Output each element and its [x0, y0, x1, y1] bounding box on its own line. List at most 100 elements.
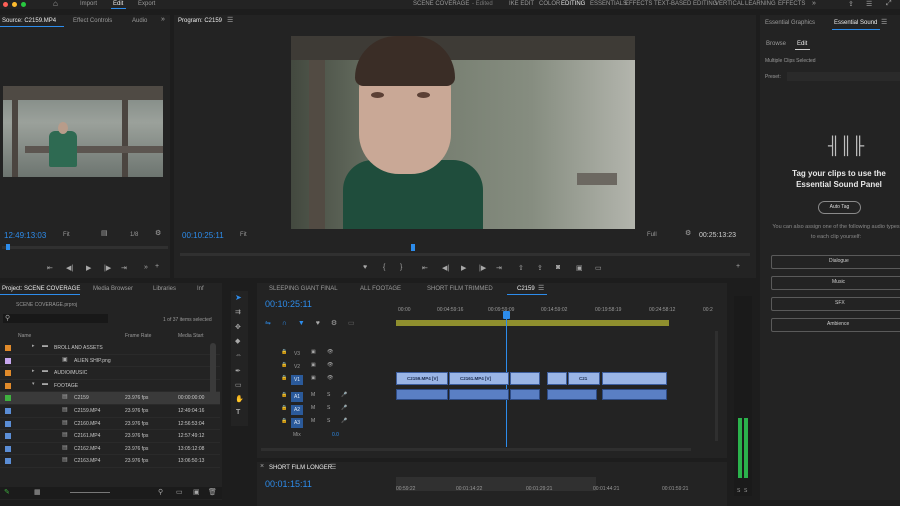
col-media-start[interactable]: Media Start	[178, 333, 204, 339]
program-play-icon[interactable]: ▶	[461, 264, 466, 272]
lift-icon[interactable]: ⇧	[518, 264, 524, 272]
video-clip[interactable]	[510, 372, 540, 385]
label-color-swatch[interactable]	[5, 395, 11, 402]
tab-audio[interactable]: Audio	[132, 18, 147, 24]
new-item-icon[interactable]: ▣	[193, 488, 200, 496]
go-to-out-icon[interactable]: ⇥	[496, 264, 502, 272]
sfx-button[interactable]: SFX	[771, 297, 900, 311]
solo-icon[interactable]: S	[327, 405, 330, 411]
icon-view-icon[interactable]: ▦	[34, 488, 41, 496]
pencil-icon[interactable]: ✎	[4, 488, 10, 496]
mark-in-bracket-icon[interactable]: {	[383, 264, 385, 271]
lock-track-icon[interactable]: 🔒	[281, 349, 287, 355]
tab-essential-sound[interactable]: Essential Sound	[834, 20, 877, 26]
label-color-swatch[interactable]	[5, 370, 11, 377]
source-timecode[interactable]: 12:49:13:03	[4, 231, 46, 240]
track-target-v3[interactable]: V3	[291, 349, 303, 359]
tab-media-browser[interactable]: Media Browser	[93, 286, 133, 292]
music-button[interactable]: Music	[771, 276, 900, 290]
col-frame-rate[interactable]: Frame Rate	[125, 333, 151, 339]
safe-margins-icon[interactable]: ▭	[595, 264, 602, 272]
workspace-ike-edit[interactable]: IKE EDIT	[509, 1, 534, 7]
home-icon[interactable]: ⌂	[53, 0, 58, 8]
project-search-input[interactable]	[3, 314, 108, 323]
timeline2-menu-icon[interactable]: ☰	[330, 463, 336, 471]
rectangle-tool-icon[interactable]: ▭	[235, 381, 242, 389]
zoom-slider[interactable]	[70, 492, 110, 493]
workspace-text-based-editing[interactable]: TEXT-BASED EDITING	[654, 1, 717, 7]
tab-browse[interactable]: Browse	[766, 41, 786, 47]
solo-icon[interactable]: S	[327, 392, 330, 398]
essential-menu-icon[interactable]: ☰	[881, 18, 887, 26]
linked-selection-icon[interactable]: ∩	[282, 320, 287, 327]
project-item-row[interactable]: ▬ ▸ AUDIO/MUSIC	[0, 367, 220, 380]
program-menu-icon[interactable]: ☰	[227, 16, 233, 24]
go-to-in-icon[interactable]: ⇤	[422, 264, 428, 272]
type-tool-icon[interactable]: T	[236, 409, 240, 416]
lock-track-icon[interactable]: 🔒	[281, 405, 287, 411]
project-item-row[interactable]: ▤ C2162.MP4 23.976 fps 13:05:12:08	[0, 443, 220, 456]
lock-track-icon[interactable]: 🔒	[281, 418, 287, 424]
razor-tool-icon[interactable]: ◆	[235, 337, 240, 345]
sequence-menu-icon[interactable]: ☰	[538, 284, 544, 292]
audio-clip[interactable]	[602, 389, 667, 400]
eye-icon[interactable]: 👁	[327, 349, 333, 355]
workspace-vertical[interactable]: VERTICAL	[715, 1, 744, 7]
slip-tool-icon[interactable]: ⇔	[235, 352, 242, 359]
project-item-row[interactable]: ▤ C2159 23.976 fps 00:00:00:00	[0, 392, 220, 405]
source-playhead[interactable]	[6, 244, 10, 250]
marker-icon[interactable]: ♥	[363, 264, 367, 271]
project-item-row[interactable]: ▤ C2161.MP4 23.976 fps 12:57:49:12	[0, 430, 220, 443]
program-add-icon[interactable]: +	[736, 263, 740, 270]
trash-icon[interactable]: 🗑	[208, 488, 217, 496]
lock-track-icon[interactable]: 🔒	[281, 392, 287, 398]
label-color-swatch[interactable]	[5, 458, 11, 465]
add-marker-icon[interactable]: ▼	[298, 320, 305, 327]
settings-icon[interactable]: ▤	[101, 229, 108, 237]
workspace-effects-2[interactable]: EFFECTS	[778, 1, 805, 7]
nav-export[interactable]: Export	[138, 1, 155, 7]
project-item-row[interactable]: ▤ C2163.MP4 23.976 fps 13:06:50:13	[0, 455, 220, 468]
wrench-icon[interactable]: ⚙	[155, 229, 161, 237]
meter-solo-right[interactable]: S	[744, 488, 747, 494]
step-back-icon[interactable]: ◀|	[66, 264, 73, 272]
tab-libraries[interactable]: Libraries	[153, 286, 176, 292]
tab-effect-controls[interactable]: Effect Controls	[73, 18, 112, 24]
program-step-forward-icon[interactable]: |▶	[479, 264, 486, 272]
tab-short-film-trimmed[interactable]: SHORT FILM TRIMMED	[427, 286, 493, 292]
tab-edit[interactable]: Edit	[797, 41, 807, 47]
tab-essential-graphics[interactable]: Essential Graphics	[765, 20, 815, 26]
tab-all-footage[interactable]: ALL FOOTAGE	[360, 286, 401, 292]
program-fit-select[interactable]: Fit	[240, 232, 247, 238]
program-timecode[interactable]: 00:10:25:11	[182, 231, 224, 240]
nav-edit[interactable]: Edit	[113, 1, 123, 7]
label-color-swatch[interactable]	[5, 445, 11, 452]
track-target-a3[interactable]: A3	[291, 418, 303, 428]
share-icon[interactable]: ⇪	[848, 0, 854, 8]
project-item-row[interactable]: ▬ ▾ FOOTAGE	[0, 380, 220, 393]
workspace-essentials[interactable]: ESSENTIALS	[590, 1, 627, 7]
workspace-effects[interactable]: EFFECTS	[625, 1, 652, 7]
nav-import[interactable]: Import	[80, 1, 97, 7]
label-color-swatch[interactable]	[5, 408, 11, 414]
program-quality-select[interactable]: Full	[647, 232, 657, 238]
timeline-timecode[interactable]: 00:10:25:11	[265, 299, 312, 309]
video-clip[interactable]	[602, 372, 667, 385]
track-target-v2[interactable]: V2	[291, 362, 303, 372]
program-playhead[interactable]	[411, 244, 415, 251]
video-clip[interactable]	[547, 372, 567, 385]
hand-tool-icon[interactable]: ✋	[235, 395, 244, 403]
mark-out-bracket-icon[interactable]: }	[400, 264, 402, 271]
track-target-v1[interactable]: V1	[291, 375, 303, 385]
preset-dropdown[interactable]	[787, 72, 900, 81]
video-clip-c2161[interactable]: C2161.MP4 [V]	[449, 372, 509, 385]
project-item-row[interactable]: ▤ C2160.MP4 23.976 fps 12:56:53:04	[0, 418, 220, 431]
sync-lock-icon[interactable]: ▣	[311, 375, 316, 381]
ripple-edit-icon[interactable]: ✥	[235, 323, 241, 331]
tab-info[interactable]: Inf	[197, 286, 204, 292]
solo-icon[interactable]: S	[327, 418, 330, 424]
audio-clip[interactable]	[396, 389, 448, 400]
timeline-marker-icon[interactable]: ♥	[316, 320, 320, 327]
disclosure-chevron-icon[interactable]: ▾	[32, 381, 35, 387]
fullscreen-icon[interactable]: ⤢	[886, 0, 892, 8]
